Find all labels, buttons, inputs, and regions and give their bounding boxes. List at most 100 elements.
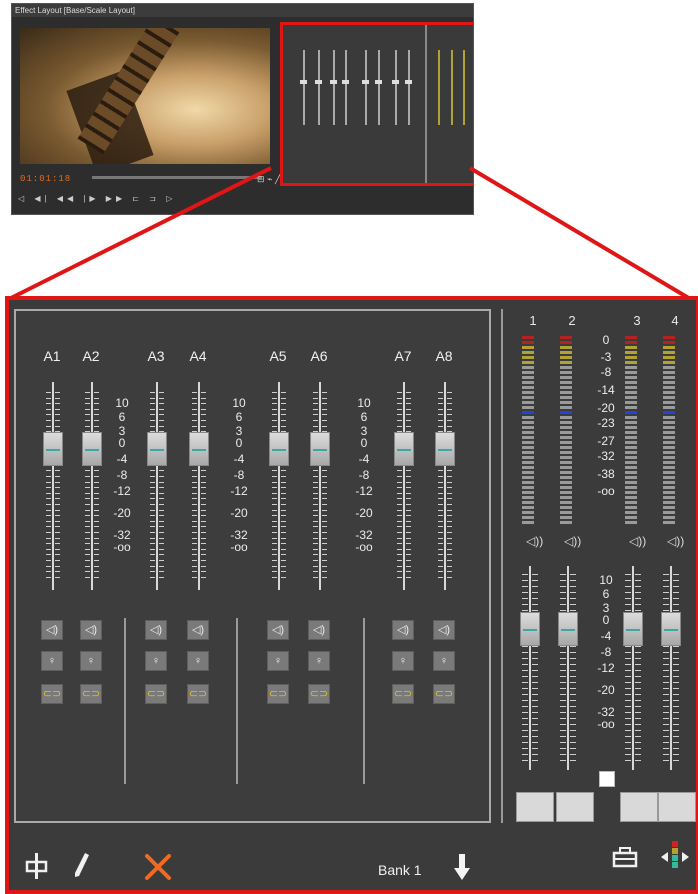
fader-track[interactable] xyxy=(278,382,280,590)
output-fader-knob[interactable] xyxy=(520,612,540,646)
fader-tick xyxy=(673,742,679,743)
fader-tick xyxy=(94,403,99,405)
fader-tick xyxy=(635,760,641,761)
fader-tool-icon[interactable] xyxy=(24,852,50,880)
output-fader-track[interactable] xyxy=(529,566,531,770)
speaker-icon[interactable]: ◁) xyxy=(308,620,330,640)
fader-tick xyxy=(94,504,99,505)
link-checkbox[interactable] xyxy=(599,771,615,787)
fader-knob[interactable] xyxy=(82,432,102,466)
output-box[interactable] xyxy=(658,792,696,822)
fader-tick xyxy=(159,565,164,567)
fader-tick xyxy=(322,520,327,522)
speaker-icon[interactable]: ◁)) xyxy=(629,534,646,548)
output-fader-track[interactable] xyxy=(670,566,672,770)
output-fader-knob[interactable] xyxy=(661,612,681,646)
fader-tick xyxy=(447,403,452,405)
link-icon[interactable]: ⊂⊃ xyxy=(41,684,63,704)
speaker-icon[interactable]: ◁) xyxy=(433,620,455,640)
fader-track[interactable] xyxy=(444,382,446,590)
link-icon[interactable]: ⊂⊃ xyxy=(187,684,209,704)
microphone-icon[interactable]: ♀ xyxy=(187,651,209,671)
link-icon[interactable]: ⊂⊃ xyxy=(308,684,330,704)
meter-segment xyxy=(625,486,637,489)
fader-tick xyxy=(55,487,60,489)
delete-x-icon[interactable] xyxy=(144,853,172,881)
fader-knob[interactable] xyxy=(435,432,455,466)
fader-tick xyxy=(201,515,206,517)
fader-tick xyxy=(673,760,679,761)
meter-segment xyxy=(522,386,534,389)
fader-tick xyxy=(150,560,155,561)
meter-segment xyxy=(663,391,675,394)
speaker-icon[interactable]: ◁)) xyxy=(564,534,581,548)
fader-track[interactable] xyxy=(403,382,405,590)
meter-segment xyxy=(522,346,534,349)
meter-segment xyxy=(560,461,572,464)
fader-track[interactable] xyxy=(91,382,93,590)
link-icon[interactable]: ⊂⊃ xyxy=(80,684,102,704)
speaker-icon[interactable]: ◁) xyxy=(80,620,102,640)
speaker-icon[interactable]: ◁)) xyxy=(667,534,684,548)
fader-tick xyxy=(532,730,538,731)
link-icon[interactable]: ⊂⊃ xyxy=(267,684,289,704)
microphone-icon[interactable]: ♀ xyxy=(267,651,289,671)
pencil-icon[interactable] xyxy=(72,852,90,878)
fader-tick xyxy=(150,532,155,533)
microphone-icon[interactable]: ♀ xyxy=(308,651,330,671)
output-fader-knob[interactable] xyxy=(623,612,643,646)
fader-knob[interactable] xyxy=(189,432,209,466)
output-box[interactable] xyxy=(620,792,658,822)
fader-tick xyxy=(560,580,566,581)
fader-knob[interactable] xyxy=(394,432,414,466)
level-arrows-icon[interactable] xyxy=(660,840,690,874)
microphone-icon[interactable]: ♀ xyxy=(80,651,102,671)
output-box[interactable] xyxy=(516,792,554,822)
down-arrow-icon[interactable] xyxy=(452,853,472,881)
speaker-icon[interactable]: ◁) xyxy=(145,620,167,640)
link-icon[interactable]: ⊂⊃ xyxy=(392,684,414,704)
microphone-icon[interactable]: ♀ xyxy=(41,651,63,671)
link-icon[interactable]: ⊂⊃ xyxy=(433,684,455,704)
speaker-icon[interactable]: ◁) xyxy=(41,620,63,640)
microphone-icon[interactable]: ♀ xyxy=(392,651,414,671)
fader-tick xyxy=(447,560,452,561)
fader-tick xyxy=(313,397,318,399)
fader-track[interactable] xyxy=(198,382,200,590)
toolbox-icon[interactable] xyxy=(612,846,638,870)
scrub-bar[interactable] xyxy=(92,176,262,179)
fader-knob[interactable] xyxy=(43,432,63,466)
microphone-icon[interactable]: ♀ xyxy=(145,651,167,671)
fader-tick xyxy=(522,598,528,599)
fader-track[interactable] xyxy=(52,382,54,590)
fader-tick xyxy=(570,580,576,581)
fader-tick xyxy=(192,492,197,494)
transport-controls[interactable]: ◁ ◀| ◀◀ |▶ ▶▶ ⊏ ⊐ ▷ xyxy=(18,194,268,208)
meter-segment xyxy=(522,396,534,399)
speaker-icon[interactable]: ◁) xyxy=(187,620,209,640)
fader-tick xyxy=(560,730,566,731)
link-icon[interactable]: ⊂⊃ xyxy=(145,684,167,704)
fader-tick xyxy=(313,476,318,477)
fader-tick xyxy=(447,520,452,522)
meter-segment xyxy=(522,431,534,434)
speaker-icon[interactable]: ◁) xyxy=(392,620,414,640)
fader-track[interactable] xyxy=(319,382,321,590)
fader-knob[interactable] xyxy=(269,432,289,466)
output-fader-knob[interactable] xyxy=(558,612,578,646)
output-fader-track[interactable] xyxy=(567,566,569,770)
fader-knob[interactable] xyxy=(310,432,330,466)
fader-tick xyxy=(635,730,641,731)
knob-indicator xyxy=(46,449,60,451)
speaker-icon[interactable]: ◁) xyxy=(267,620,289,640)
fader-tick xyxy=(322,498,327,500)
output-box[interactable] xyxy=(556,792,594,822)
fader-tick xyxy=(663,658,669,659)
fader-knob[interactable] xyxy=(147,432,167,466)
fader-tick xyxy=(55,565,60,567)
speaker-icon[interactable]: ◁)) xyxy=(526,534,543,548)
fader-track[interactable] xyxy=(156,382,158,590)
output-fader-track[interactable] xyxy=(632,566,634,770)
fader-tick xyxy=(570,592,576,593)
microphone-icon[interactable]: ♀ xyxy=(433,651,455,671)
